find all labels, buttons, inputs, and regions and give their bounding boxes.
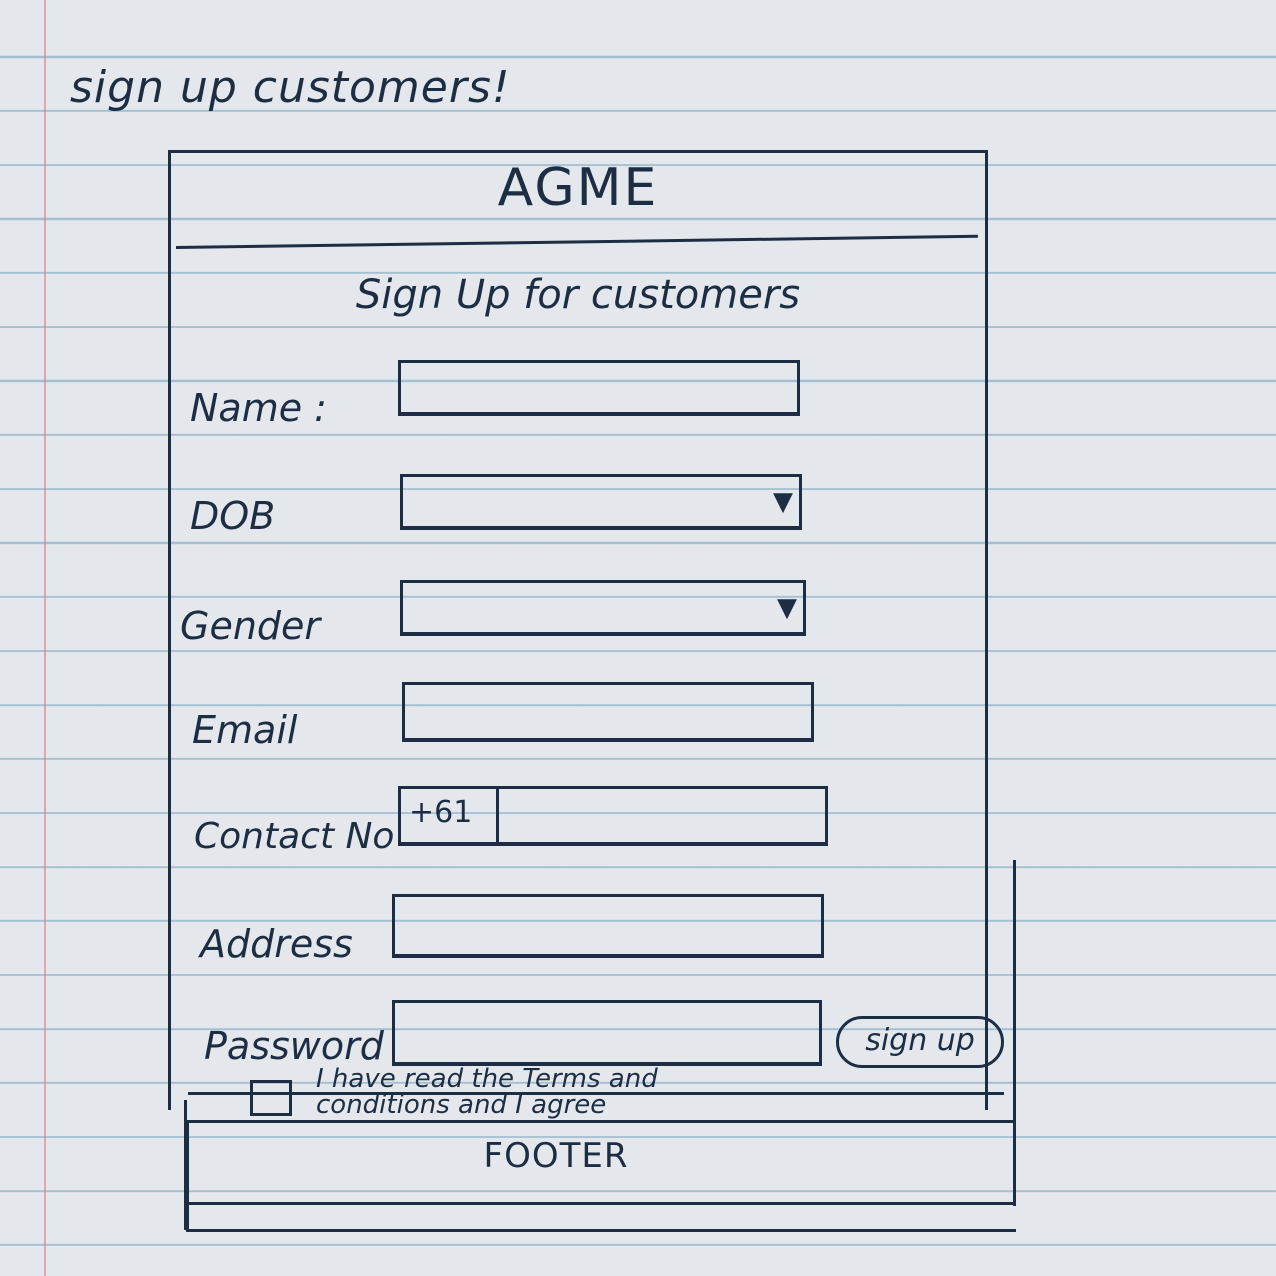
gender-select[interactable]: ▼: [400, 580, 806, 636]
address-input[interactable]: [392, 894, 824, 958]
form-title: Sign Up for customers: [355, 272, 801, 318]
name-input[interactable]: [398, 360, 800, 416]
page-heading: sign up customers!: [70, 62, 511, 113]
chevron-down-icon[interactable]: ▼: [777, 595, 797, 621]
name-label: Name :: [190, 386, 327, 430]
footer-label: FOOTER: [483, 1136, 629, 1176]
password-label: Password: [204, 1024, 384, 1068]
footer-bottom-edge: [186, 1202, 1016, 1205]
contact-label: Contact No: [194, 816, 395, 857]
email-input[interactable]: [402, 682, 814, 742]
brand-title: AGME: [497, 158, 659, 218]
dob-label: DOB: [190, 494, 276, 538]
footer-right-edge: [1013, 860, 1016, 1206]
address-label: Address: [200, 922, 353, 966]
terms-agree-label: I have read the Terms and conditions and…: [316, 1064, 658, 1120]
notebook-margin-line: [44, 0, 46, 1276]
country-code-prefix[interactable]: +61: [401, 789, 499, 842]
chevron-down-icon[interactable]: ▼: [773, 489, 793, 515]
terms-checkbox[interactable]: [250, 1080, 292, 1116]
password-input[interactable]: [392, 1000, 822, 1066]
gender-label: Gender: [180, 604, 321, 648]
sign-up-button[interactable]: sign up: [836, 1016, 1004, 1068]
contact-number-input[interactable]: +61: [398, 786, 828, 846]
email-label: Email: [192, 708, 298, 752]
dob-date-picker[interactable]: ▼: [400, 474, 802, 530]
